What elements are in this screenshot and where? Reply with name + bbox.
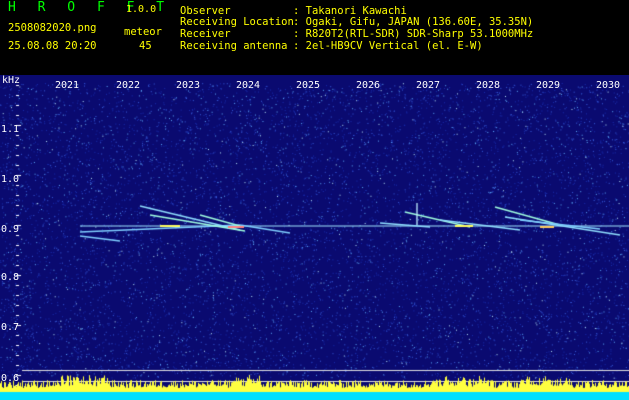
spectrogram-canvas (0, 75, 629, 400)
x-tick-2022: 2022 (116, 80, 141, 91)
y-tick-0-7: 0.7 (1, 322, 20, 333)
y-tick-1-0: 1.0 (1, 174, 20, 185)
file-name: 2508082020.png (8, 22, 97, 34)
date-time: 25.08.08 20:20 (8, 40, 97, 52)
y-tick-0-8: 0.8 (1, 272, 20, 283)
x-tick-2028: 2028 (476, 80, 501, 91)
y-tick-1-1: 1.1 (1, 124, 20, 135)
info-value-receiver: : R820T2(RTL-SDR) SDR-Sharp 53.1000MHz (293, 28, 534, 40)
x-tick-2025: 2025 (296, 80, 321, 91)
y-tick-0-6: 0.6 (1, 373, 20, 384)
meteor-count: 45 (139, 40, 152, 52)
info-label-receiver: Receiver (180, 28, 231, 40)
y-axis-unit: kHz (2, 75, 21, 86)
info-label-antenna: Receiving antenna (180, 40, 288, 52)
y-tick-0-9: 0.9 (1, 224, 20, 235)
header-panel: H R O F F T 1.0.0 2508082020.png meteor … (0, 0, 629, 75)
info-label-location: Receiving Location (180, 16, 294, 28)
x-tick-2023: 2023 (176, 80, 201, 91)
x-tick-2024: 2024 (236, 80, 261, 91)
x-tick-2027: 2027 (416, 80, 441, 91)
x-tick-2030: 2030 (596, 80, 621, 91)
meteor-label: meteor (124, 26, 162, 38)
x-tick-2021: 2021 (55, 80, 80, 91)
x-tick-2029: 2029 (536, 80, 561, 91)
x-tick-2026: 2026 (356, 80, 381, 91)
info-value-antenna: : 2el-HB9CV Vertical (el. E-W) (293, 40, 483, 52)
app-version: 1.0.0 (126, 4, 157, 15)
info-value-location: : Ogaki, Gifu, JAPAN (136.60E, 35.35N) (293, 16, 534, 28)
